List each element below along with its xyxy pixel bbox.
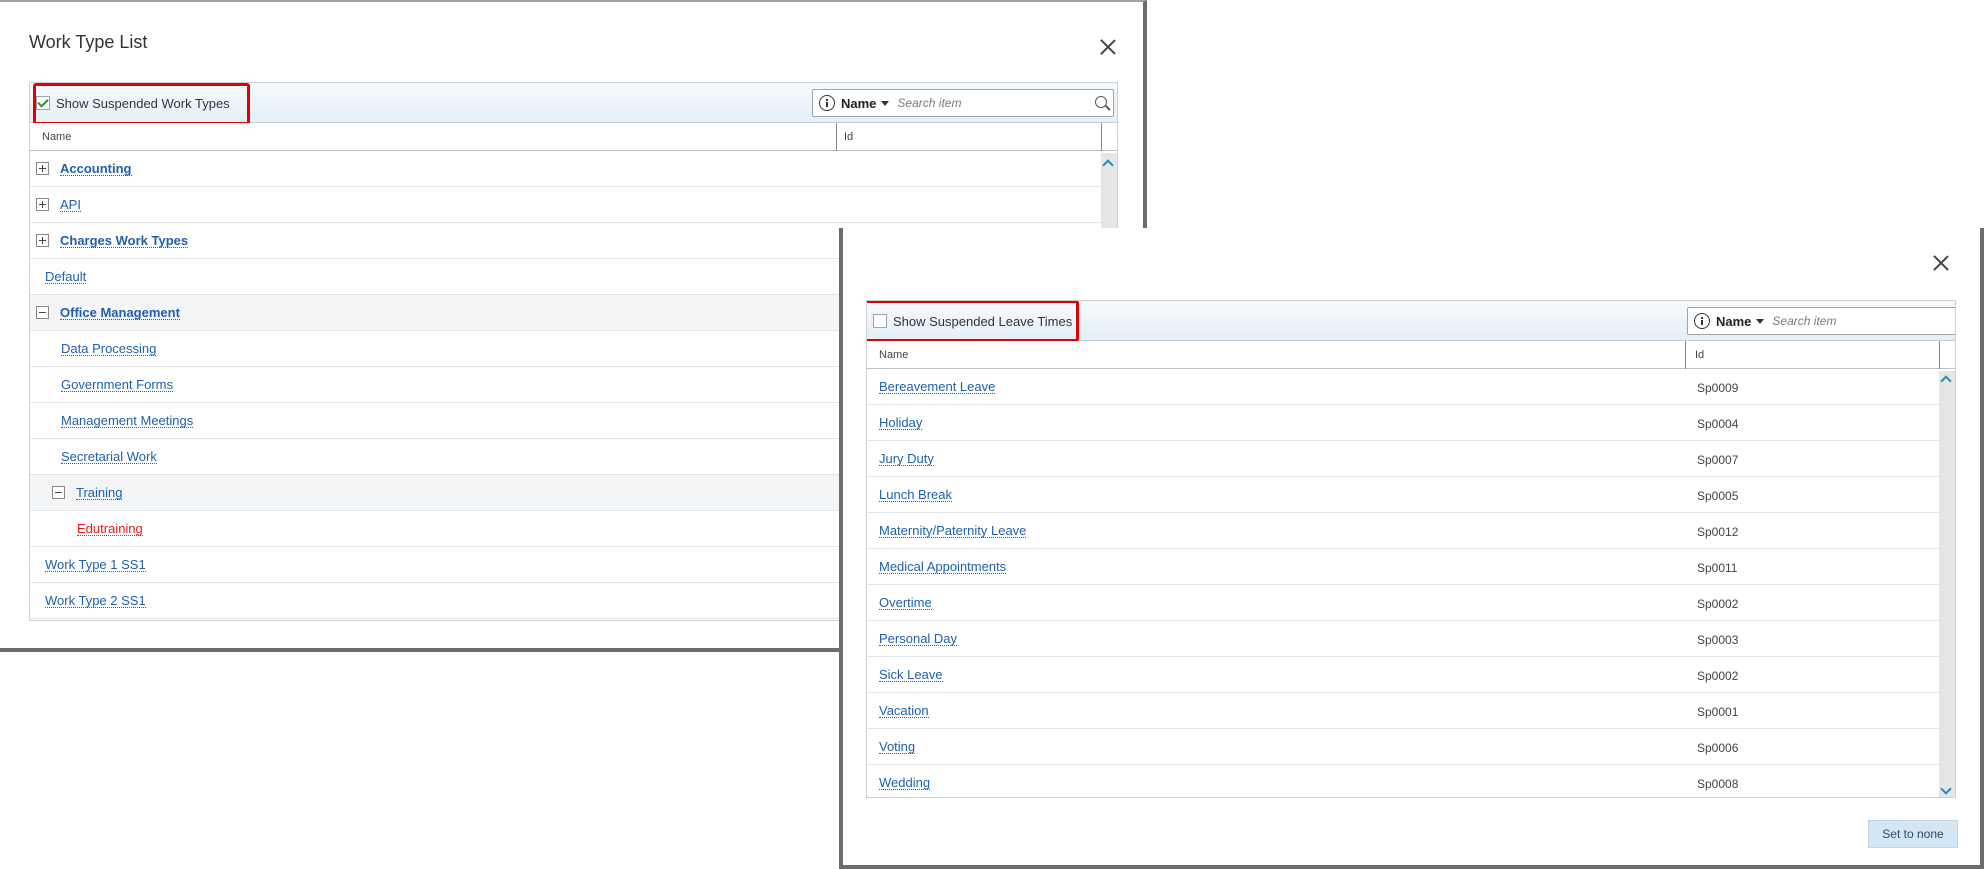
scroll-up-icon[interactable] <box>1102 159 1114 171</box>
show-suspended-work-types-toggle[interactable]: Show Suspended Work Types <box>36 89 230 117</box>
leave-time-id: Sp0006 <box>1697 741 1739 755</box>
leave-time-id: Sp0011 <box>1697 561 1738 575</box>
search-field-dropdown[interactable]: Name <box>1716 313 1765 329</box>
show-suspended-label: Show Suspended Leave Times <box>893 313 1073 329</box>
search-field-dropdown[interactable]: Name <box>841 95 890 111</box>
leave-time-list-panel: Show Suspended Leave Times Name Name Id … <box>866 300 1956 798</box>
column-header-name[interactable]: Name <box>879 349 908 361</box>
leave-time-link[interactable]: Holiday <box>879 416 923 430</box>
work-type-link[interactable]: Data Processing <box>61 342 157 356</box>
vertical-scrollbar[interactable] <box>1939 371 1955 797</box>
work-type-link[interactable]: Default <box>45 270 87 284</box>
table-row[interactable]: Holiday Sp0004 <box>867 405 1955 441</box>
info-icon[interactable] <box>1694 313 1710 329</box>
leave-time-link[interactable]: Overtime <box>879 596 932 610</box>
table-row[interactable]: Personal Day Sp0003 <box>867 621 1955 657</box>
expand-icon[interactable] <box>36 198 49 211</box>
work-type-link[interactable]: Work Type 2 SS1 <box>45 594 146 608</box>
leave-time-id: Sp0012 <box>1697 525 1739 539</box>
leave-time-id: Sp0007 <box>1697 453 1739 467</box>
search-field-label: Name <box>1716 313 1752 329</box>
column-header-id[interactable]: Id <box>1695 349 1704 361</box>
leave-time-id: Sp0004 <box>1697 417 1739 431</box>
search-icon[interactable] <box>1095 96 1107 108</box>
show-suspended-checkbox[interactable] <box>873 314 887 328</box>
search-field-label: Name <box>841 95 877 111</box>
column-header-row: Name Id <box>867 341 1955 369</box>
leave-time-link[interactable]: Vacation <box>879 704 929 718</box>
show-suspended-checkbox[interactable] <box>36 96 50 110</box>
work-type-link[interactable]: Training <box>76 486 123 500</box>
leave-time-link[interactable]: Lunch Break <box>879 488 952 502</box>
leave-time-rows: Bereavement Leave Sp0009 Holiday Sp0004 Jury… <box>867 369 1955 797</box>
leave-time-link[interactable]: Jury Duty <box>879 452 934 466</box>
work-type-link[interactable]: Management Meetings <box>61 414 194 428</box>
table-row[interactable]: Sick Leave Sp0002 <box>867 657 1955 693</box>
work-type-link[interactable]: Edutraining <box>77 522 143 536</box>
list-toolbar: Show Suspended Leave Times Name <box>867 301 1955 342</box>
close-icon[interactable] <box>1097 36 1119 58</box>
table-row[interactable]: Voting Sp0006 <box>867 729 1955 765</box>
scroll-up-icon[interactable] <box>1940 375 1952 387</box>
leave-time-link[interactable]: Medical Appointments <box>879 560 1007 574</box>
show-suspended-label: Show Suspended Work Types <box>56 95 230 111</box>
expand-icon[interactable] <box>36 234 49 247</box>
leave-time-link[interactable]: Maternity/Paternity Leave <box>879 524 1027 538</box>
leave-time-list-dialog: Show Suspended Leave Times Name Name Id … <box>839 228 1984 869</box>
column-resize-handle[interactable] <box>1685 341 1686 369</box>
set-to-none-button[interactable]: Set to none <box>1868 820 1958 848</box>
leave-time-id: Sp0008 <box>1697 777 1739 791</box>
column-resize-handle[interactable] <box>1939 341 1940 369</box>
dialog-title: Work Type List <box>29 32 148 52</box>
scroll-down-icon[interactable] <box>1940 783 1952 795</box>
leave-time-link[interactable]: Bereavement Leave <box>879 380 996 394</box>
close-icon[interactable] <box>1930 252 1952 274</box>
table-row[interactable]: Medical Appointments Sp0011 <box>867 549 1955 585</box>
search-input[interactable] <box>1772 314 1943 328</box>
collapse-icon[interactable] <box>36 306 49 319</box>
column-header-id[interactable]: Id <box>844 131 853 143</box>
work-type-link[interactable]: Government Forms <box>61 378 173 392</box>
search-box: Name <box>1687 307 1955 335</box>
caret-down-icon <box>881 100 890 106</box>
leave-time-id: Sp0009 <box>1697 381 1739 395</box>
leave-time-id: Sp0005 <box>1697 489 1739 503</box>
leave-time-link[interactable]: Voting <box>879 740 916 754</box>
search-box: Name <box>812 89 1114 117</box>
table-row[interactable]: Overtime Sp0002 <box>867 585 1955 621</box>
info-icon[interactable] <box>819 95 835 111</box>
work-type-link[interactable]: Charges Work Types <box>60 234 189 248</box>
leave-time-link[interactable]: Sick Leave <box>879 668 943 682</box>
table-row[interactable]: Bereavement Leave Sp0009 <box>867 369 1955 405</box>
work-type-link[interactable]: API <box>60 198 81 212</box>
leave-time-id: Sp0002 <box>1697 597 1739 611</box>
leave-time-id: Sp0001 <box>1697 705 1739 719</box>
caret-down-icon <box>1756 318 1765 324</box>
leave-time-link[interactable]: Personal Day <box>879 632 958 646</box>
column-resize-handle[interactable] <box>836 123 837 151</box>
table-row[interactable]: Maternity/Paternity Leave Sp0012 <box>867 513 1955 549</box>
work-type-link[interactable]: Work Type 1 SS1 <box>45 558 146 572</box>
table-row[interactable]: Lunch Break Sp0005 <box>867 477 1955 513</box>
show-suspended-leave-times-toggle[interactable]: Show Suspended Leave Times <box>873 307 1072 335</box>
work-type-link[interactable]: Accounting <box>60 162 132 176</box>
work-type-link[interactable]: Office Management <box>60 306 180 320</box>
expand-icon[interactable] <box>36 162 49 175</box>
column-resize-handle[interactable] <box>1101 123 1102 151</box>
leave-time-id: Sp0002 <box>1697 669 1739 683</box>
table-row[interactable]: Jury Duty Sp0007 <box>867 441 1955 477</box>
table-row[interactable]: Wedding Sp0008 <box>867 765 1955 797</box>
search-input[interactable] <box>897 96 1068 110</box>
collapse-icon[interactable] <box>52 486 65 499</box>
table-row[interactable]: Vacation Sp0001 <box>867 693 1955 729</box>
column-header-row: Name Id <box>30 123 1117 151</box>
leave-time-link[interactable]: Wedding <box>879 776 931 790</box>
tree-row[interactable]: Accounting <box>30 151 1117 187</box>
column-header-name[interactable]: Name <box>42 131 71 143</box>
work-type-link[interactable]: Secretarial Work <box>61 450 157 464</box>
leave-time-id: Sp0003 <box>1697 633 1739 647</box>
tree-row[interactable]: API <box>30 187 1117 223</box>
list-toolbar: Show Suspended Work Types Name <box>30 83 1117 125</box>
